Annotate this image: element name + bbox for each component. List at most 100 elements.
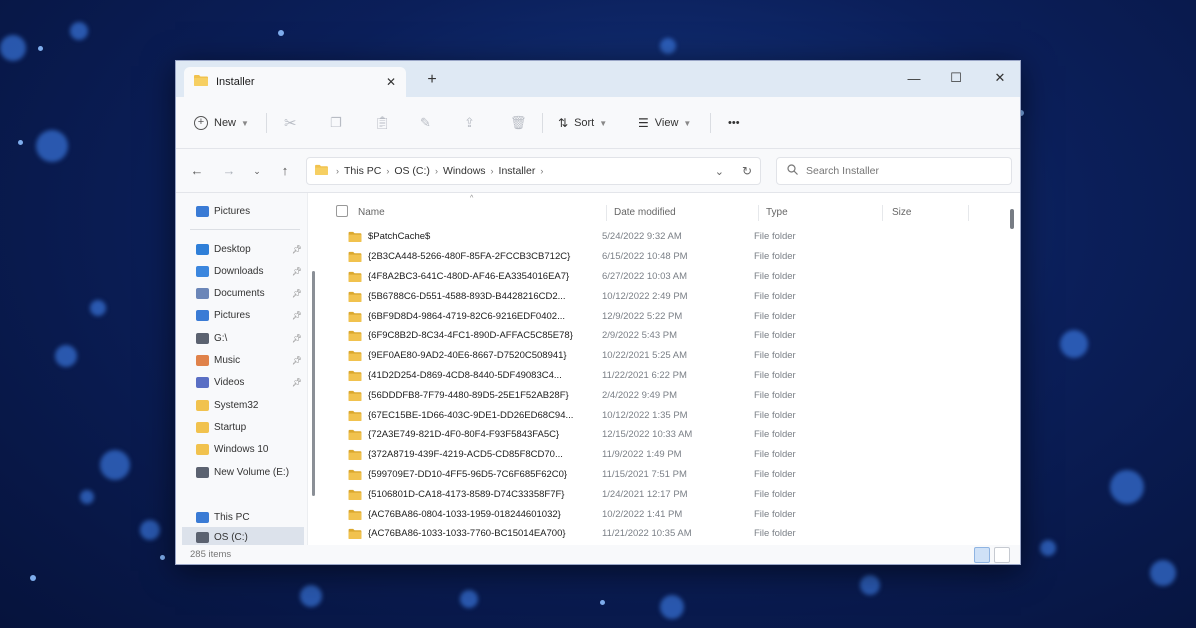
file-row[interactable]: {67EC15BE-1D66-403C-9DE1-DD26ED68C94... 1… [348, 405, 988, 425]
file-type: File folder [754, 290, 796, 302]
folder-icon [348, 528, 362, 540]
file-row[interactable]: {372A8719-439F-4219-ACD5-CD85F8CD70... 11… [348, 445, 988, 465]
column-divider[interactable] [606, 205, 607, 221]
sidebar-item[interactable]: System32 [196, 395, 307, 415]
pin-icon[interactable]: 📌︎ [292, 289, 302, 298]
file-row[interactable]: {72A3E749-821D-4F0-80F4-F93F5843FA5C} 12/… [348, 425, 988, 445]
view-button[interactable]: ☰ View ▼ [638, 111, 691, 135]
file-row[interactable]: {AC76BA86-0804-1033-1959-018244601032} 10… [348, 504, 988, 524]
sidebar-item-label: This PC [214, 511, 250, 523]
sidebar-item-os-drive[interactable]: OS (C:) [182, 527, 304, 545]
column-divider[interactable] [968, 205, 969, 221]
refresh-icon[interactable]: ↻ [742, 164, 752, 178]
file-row[interactable]: {AC76BA86-1033-1033-7760-BC15014EA700} 11… [348, 524, 988, 544]
more-options-button[interactable]: ••• [728, 111, 740, 135]
select-all-checkbox[interactable] [336, 205, 348, 217]
minimize-button[interactable]: — [894, 65, 934, 91]
tab-installer[interactable]: Installer ✕ [184, 67, 406, 97]
file-row[interactable]: {56DDDFB8-7F79-4480-89D5-25E1F52AB28F} 2/… [348, 385, 988, 405]
back-arrow-icon[interactable]: ← [188, 163, 206, 178]
file-row[interactable]: {4F8A2BC3-641C-480D-AF46-EA3354016EA7} 6/… [348, 267, 988, 287]
sidebar-item[interactable]: New Volume (E:) [196, 462, 307, 482]
file-row[interactable]: {2B3CA448-5266-480F-85FA-2FCCB3CB712C} 6/… [348, 247, 988, 267]
address-history-chevron-icon[interactable]: ⌄ [715, 165, 724, 178]
folder-icon [348, 509, 362, 520]
file-date-modified: 11/15/2021 7:51 PM [602, 468, 687, 480]
sidebar-item[interactable]: Downloads 📌︎ [196, 261, 307, 281]
sidebar-item-this-pc[interactable]: This PC [196, 507, 307, 527]
file-name: {372A8719-439F-4219-ACD5-CD85F8CD70... [368, 449, 563, 461]
title-bar: Installer ✕ + — ☐ ✕ [176, 61, 1020, 97]
pin-icon[interactable]: 📌︎ [292, 311, 302, 320]
file-row[interactable]: {5B6788C6-D551-4588-893D-B4428216CD2... 1… [348, 286, 988, 306]
column-header-date-modified[interactable]: Date modified [614, 207, 676, 218]
file-name: {AC76BA86-1033-1033-7760-BC15014EA700} [368, 528, 566, 540]
column-divider[interactable] [758, 205, 759, 221]
search-input[interactable] [806, 165, 996, 177]
file-row[interactable]: {9EF0AE80-9AD2-40E6-8667-D7520C508941} 10… [348, 346, 988, 366]
details-view-button[interactable] [974, 547, 990, 563]
up-arrow-icon[interactable]: ↑ [276, 163, 294, 178]
column-header-size[interactable]: Size [892, 207, 911, 218]
pin-icon[interactable]: 📌︎ [292, 378, 302, 387]
share-icon[interactable]: ⇪ [464, 111, 475, 135]
sidebar-item[interactable]: Videos 📌︎ [196, 373, 307, 393]
forward-arrow-icon[interactable]: → [220, 163, 238, 178]
sidebar-item[interactable]: Documents 📌︎ [196, 284, 307, 304]
file-date-modified: 11/9/2022 1:49 PM [602, 449, 682, 461]
recent-locations-chevron-icon[interactable]: ⌄ [248, 166, 266, 177]
tab-close-icon[interactable]: ✕ [386, 75, 396, 89]
file-list: Name ^ Date modified Type Size $PatchCac… [318, 193, 1008, 545]
sidebar-item[interactable]: G:\ 📌︎ [196, 328, 307, 348]
pin-icon[interactable]: 📌︎ [292, 356, 302, 365]
file-row[interactable]: {6F9C8B2D-8C34-4FC1-890D-AFFAC5C85E78} 2/… [348, 326, 988, 346]
file-name: {72A3E749-821D-4F0-80F4-F93F5843FA5C} [368, 429, 560, 441]
rename-icon[interactable]: ✎ [420, 111, 431, 135]
sidebar-item[interactable]: Windows 10 [196, 440, 307, 460]
paste-icon[interactable]: 📋︎ [374, 111, 391, 135]
sidebar-item[interactable]: Startup [196, 417, 307, 437]
breadcrumb-os-drive[interactable]: OS (C:) [394, 165, 430, 177]
file-row[interactable]: {6BF9D8D4-9864-4719-82C6-9216EDF0402... 1… [348, 306, 988, 326]
file-list-scrollbar[interactable] [1010, 209, 1014, 229]
address-bar[interactable]: › This PC › OS (C:) › Windows › Installe… [306, 157, 761, 185]
file-type: File folder [754, 488, 796, 500]
file-row[interactable]: {41D2D254-D869-4CD8-8440-5DF49083C4... 11… [348, 366, 988, 386]
sidebar-item[interactable]: Desktop 📌︎ [196, 239, 307, 259]
column-header-type[interactable]: Type [766, 207, 788, 218]
breadcrumb-windows[interactable]: Windows [443, 165, 486, 177]
close-window-button[interactable]: ✕ [980, 65, 1020, 91]
breadcrumb-this-pc[interactable]: This PC [344, 165, 381, 177]
delete-icon[interactable]: 🗑︎ [510, 111, 527, 135]
pin-icon[interactable]: 📌︎ [292, 245, 302, 254]
sidebar-item[interactable]: Music 📌︎ [196, 351, 307, 371]
column-header-name[interactable]: Name [358, 207, 385, 218]
search-box[interactable] [776, 157, 1012, 185]
cut-icon[interactable]: ✂ [284, 111, 297, 135]
breadcrumb-installer[interactable]: Installer [499, 165, 536, 177]
sidebar-item-label: OS (C:) [214, 531, 248, 543]
pin-icon[interactable]: 📌︎ [292, 334, 302, 343]
tiles-view-button[interactable] [994, 547, 1010, 563]
maximize-button[interactable]: ☐ [936, 65, 976, 91]
sidebar-item[interactable]: Pictures 📌︎ [196, 306, 307, 326]
column-divider[interactable] [882, 205, 883, 221]
music-icon [196, 355, 209, 366]
new-tab-button[interactable]: + [422, 71, 442, 89]
sidebar-scrollbar[interactable] [312, 271, 315, 496]
folder-icon [348, 350, 362, 362]
folder-icon [348, 449, 362, 461]
pin-icon[interactable]: 📌︎ [292, 267, 302, 276]
folder-icon [196, 399, 209, 411]
sort-button[interactable]: ⇅ Sort ▼ [558, 111, 607, 135]
file-date-modified: 12/15/2022 10:33 AM [602, 429, 693, 441]
file-row[interactable]: {599709E7-DD10-4FF5-96D5-7C6F685F62C0} 11… [348, 465, 988, 485]
new-button[interactable]: + New ▼ [194, 111, 249, 135]
toolbar-divider [266, 113, 267, 133]
file-type: File folder [754, 270, 796, 282]
copy-icon[interactable]: ❐ [330, 111, 342, 135]
sidebar-item-pictures-top[interactable]: Pictures [196, 201, 307, 221]
folder-icon [348, 410, 362, 421]
file-row[interactable]: $PatchCache$ 5/24/2022 9:32 AM File folder [348, 227, 988, 247]
file-row[interactable]: {5106801D-CA18-4173-8589-D74C33358F7F} 1/… [348, 484, 988, 504]
